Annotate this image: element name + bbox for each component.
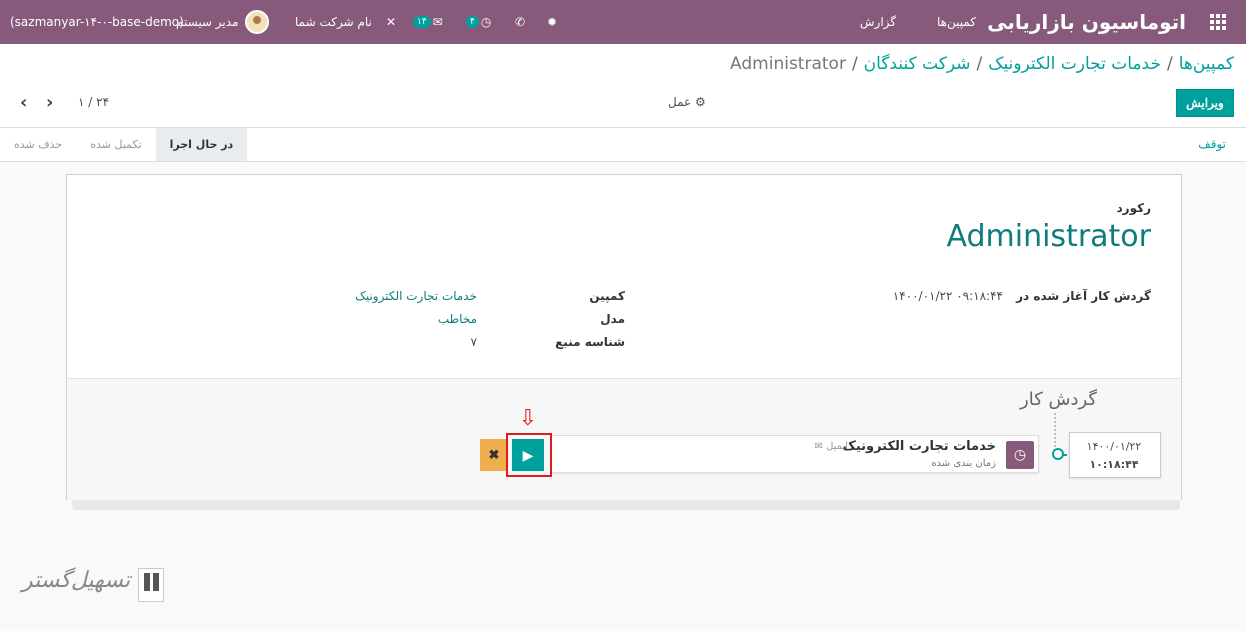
gear-icon: ⚙: [695, 95, 706, 109]
database-name: (sazmanyar-۱۴-۰-base-demo): [10, 15, 184, 29]
campaign-label: کمپین: [589, 289, 625, 303]
breadcrumb: کمپین‌ها / خدمات تجارت الکترونیک / شرکت …: [730, 54, 1234, 74]
watermark-text: تسهیل‌گستر: [22, 568, 131, 593]
pager-previous-icon[interactable]: ‹: [20, 92, 27, 113]
pager-next-icon[interactable]: ›: [46, 92, 53, 113]
breadcrumb-separator: /: [851, 54, 858, 74]
breadcrumb-campaigns[interactable]: کمپین‌ها: [1179, 54, 1234, 74]
company-switcher[interactable]: نام شرکت شما: [295, 0, 372, 44]
email-icon: ✉: [814, 441, 823, 452]
action-menu-button[interactable]: عمل ⚙: [668, 95, 706, 109]
debug-bug-icon[interactable]: ✹: [547, 0, 557, 44]
model-label: مدل: [600, 312, 625, 326]
watermark-logo-icon: [138, 568, 164, 602]
pager-value[interactable]: ۱ / ۲۴: [78, 95, 109, 109]
record-name: Administrator: [946, 219, 1151, 254]
trace-date: ۱۴۰۰/۰۱/۲۲: [1086, 440, 1142, 453]
record-label: رکورد: [1116, 201, 1151, 215]
trace-connector-dot: [1052, 448, 1064, 460]
breadcrumb-separator: /: [1166, 54, 1173, 74]
menu-campaigns[interactable]: کمپین‌ها: [937, 0, 976, 44]
stage-running[interactable]: در حال اجرا: [155, 128, 248, 161]
cancel-activity-button[interactable]: ✖: [480, 439, 508, 471]
menu-reporting[interactable]: گزارش: [860, 0, 896, 44]
stop-button[interactable]: توقف: [1198, 137, 1226, 151]
activity-count-badge: ۴: [466, 16, 479, 28]
clock-icon: ◷: [1006, 441, 1034, 469]
breadcrumb-participants[interactable]: شرکت کنندگان: [864, 54, 971, 74]
stage-completed[interactable]: تکمیل شده: [76, 128, 155, 161]
resource-id-value: ۷: [470, 335, 477, 349]
highlight-annotation: [506, 433, 552, 477]
control-panel: کمپین‌ها / خدمات تجارت الکترونیک / شرکت …: [0, 44, 1246, 128]
avatar: [244, 10, 269, 34]
workflow-started-value: ۱۴۰۰/۰۱/۲۲ ۰۹:۱۸:۴۴: [892, 289, 1003, 303]
edit-button[interactable]: ویرایش: [1176, 89, 1234, 117]
phone-icon[interactable]: ✆: [515, 0, 525, 44]
resource-id-label: شناسه منبع: [555, 335, 625, 349]
user-menu[interactable]: مدیر سیستم: [176, 0, 269, 44]
trace-date-box: ۱۴۰۰/۰۱/۲۲ ۱۰:۱۸:۴۴: [1069, 432, 1161, 478]
model-link[interactable]: مخاطب: [438, 312, 477, 326]
activity-type: ✉ ایمیل: [814, 441, 848, 452]
clock-icon: ◷: [480, 15, 492, 29]
activity-type-label: ایمیل: [826, 441, 848, 452]
arrow-down-icon: ⇩: [518, 406, 538, 431]
user-name: مدیر سیستم: [176, 15, 239, 29]
app-title[interactable]: اتوماسیون بازاریابی: [987, 0, 1186, 44]
breadcrumb-current: Administrator: [730, 54, 846, 74]
watermark: تسهیل‌گستر: [22, 562, 166, 608]
workflow-title: گردش کار: [1020, 389, 1097, 410]
tools-icon[interactable]: ✕: [386, 0, 396, 44]
action-label: عمل: [668, 95, 692, 109]
activity-menu[interactable]: ۴ ◷: [466, 0, 491, 44]
close-icon: ✖: [488, 447, 500, 462]
trace-time: ۱۰:۱۸:۴۴: [1089, 458, 1139, 471]
form-sheet: رکورد Administrator گردش کار آغاز شده در…: [66, 174, 1182, 500]
workflow-started-label: گردش کار آغاز شده در: [1016, 289, 1151, 303]
breadcrumb-campaign[interactable]: خدمات تجارت الکترونیک: [988, 54, 1161, 74]
activity-status: زمان بندی شده: [931, 458, 996, 469]
stage-pipeline: در حال اجرا تکمیل شده حذف شده: [0, 128, 248, 161]
apps-menu-icon[interactable]: [1210, 0, 1230, 44]
message-count-badge: ۱۴: [413, 16, 431, 28]
activity-title: خدمات تجارت الکترونیک: [842, 439, 996, 454]
status-bar: توقف در حال اجرا تکمیل شده حذف شده: [0, 128, 1246, 162]
breadcrumb-separator: /: [976, 54, 983, 74]
campaign-link[interactable]: خدمات تجارت الکترونیک: [355, 289, 477, 303]
stage-cancelled[interactable]: حذف شده: [0, 128, 76, 161]
activity-card: ◷ خدمات تجارت الکترونیک ✉ ایمیل زمان بند…: [551, 435, 1039, 473]
messaging-menu[interactable]: ۱۴ ✉: [413, 0, 443, 44]
chat-icon: ✉: [432, 15, 443, 29]
workflow-section: گردش کار ۱۴۰۰/۰۱/۲۲ ۱۰:۱۸:۴۴ ◷ خدمات تجا…: [67, 378, 1181, 500]
top-navbar: اتوماسیون بازاریابی کمپین‌ها گزارش ✹ ✆ ۴…: [0, 0, 1246, 44]
